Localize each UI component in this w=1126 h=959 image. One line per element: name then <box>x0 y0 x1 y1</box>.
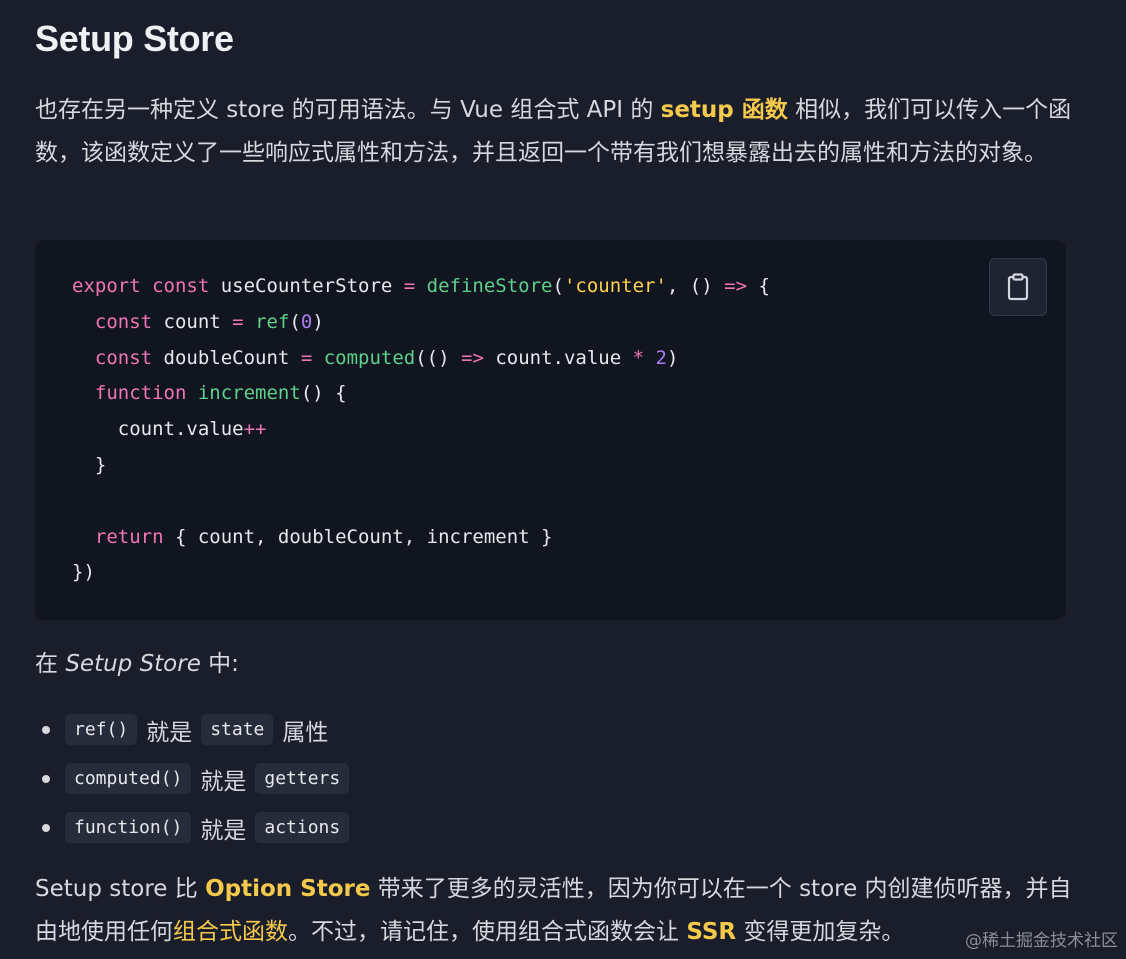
inline-code: computed() <box>65 763 192 794</box>
bullet-dot <box>42 824 50 832</box>
inline-code: actions <box>255 812 350 843</box>
outro-text-3: 。不过，请记住，使用组合式函数会让 <box>288 919 687 945</box>
section-prefix: 在 <box>35 651 66 677</box>
doc-page: Setup Store 也存在另一种定义 store 的可用语法。与 Vue 组… <box>0 0 1126 959</box>
mapping-list: ref() 就是 state 属性 computed() 就是 getters … <box>35 705 350 852</box>
code-line: const count = ref(0) <box>94 310 324 333</box>
setup-function-link[interactable]: setup 函数 <box>661 97 788 123</box>
inline-code: ref() <box>65 714 138 745</box>
list-item-text: 就是 <box>200 768 247 795</box>
list-item-tail: 属性 <box>282 719 329 746</box>
inline-code: function() <box>65 812 192 843</box>
list-item: function() 就是 actions <box>35 803 350 852</box>
list-item-text: 就是 <box>146 719 193 746</box>
code-line: } <box>72 453 107 476</box>
section-heading: Setup Store <box>35 18 234 59</box>
code-line: }) <box>72 561 95 584</box>
code-line: count.value++ <box>72 418 267 441</box>
intro-paragraph: 也存在另一种定义 store 的可用语法。与 Vue 组合式 API 的 set… <box>35 89 1075 175</box>
ssr-link[interactable]: SSR <box>686 919 736 945</box>
copy-code-button[interactable] <box>989 258 1047 316</box>
clipboard-icon <box>1007 273 1029 301</box>
setup-store-intro: 在 Setup Store 中: <box>35 643 1075 686</box>
inline-code: getters <box>255 763 350 794</box>
code-line: return { count, doubleCount, increment } <box>94 525 553 548</box>
outro-text-4: 变得更加复杂。 <box>736 919 905 945</box>
bullet-dot <box>42 775 50 783</box>
inline-code: state <box>201 714 274 745</box>
code-line: export const useCounterStore = defineSto… <box>72 275 770 297</box>
code-content: export const useCounterStore = defineSto… <box>72 269 770 591</box>
list-item-text: 就是 <box>200 817 247 844</box>
option-store-link[interactable]: Option Store <box>205 876 370 902</box>
bullet-dot <box>42 726 50 734</box>
code-line: const doubleCount = computed(() => count… <box>94 346 679 369</box>
list-item: ref() 就是 state 属性 <box>35 705 349 754</box>
list-item: computed() 就是 getters <box>35 754 350 803</box>
code-block: export const useCounterStore = defineSto… <box>35 240 1066 620</box>
intro-text-1: 也存在另一种定义 store 的可用语法。与 Vue 组合式 API 的 <box>35 97 661 123</box>
outro-paragraph: Setup store 比 Option Store 带来了更多的灵活性，因为你… <box>35 868 1075 954</box>
composables-link[interactable]: 组合式函数 <box>173 919 288 945</box>
setup-store-term: Setup Store <box>65 651 201 677</box>
watermark: @稀土掘金技术社区 <box>965 931 1118 951</box>
section-suffix: 中: <box>200 651 239 677</box>
code-line: function increment() { <box>94 382 347 405</box>
outro-text-1: Setup store 比 <box>35 876 206 902</box>
